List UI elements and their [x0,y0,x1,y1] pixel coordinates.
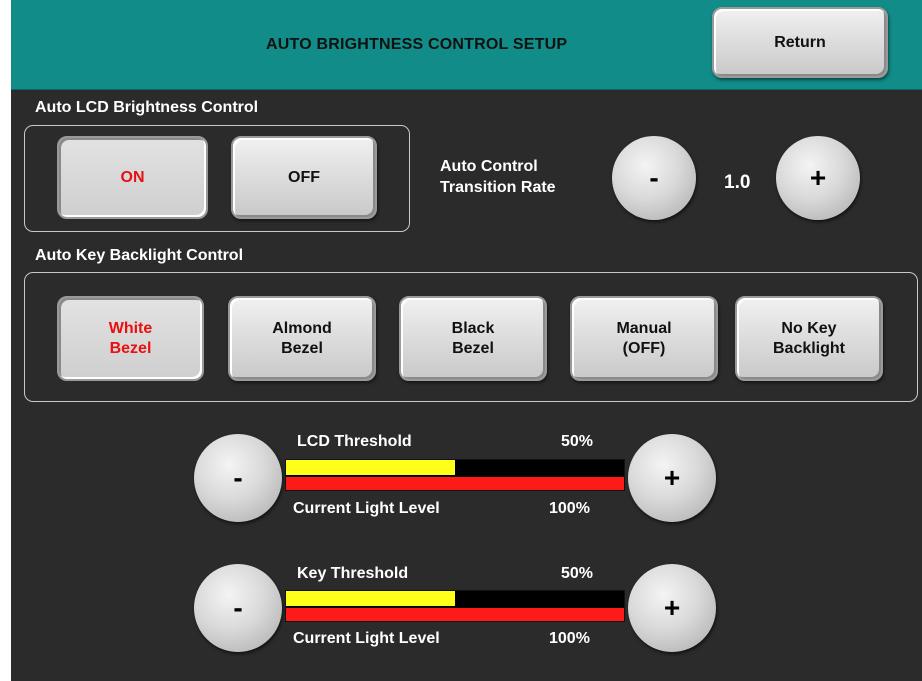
no-key-backlight-line1: No Key [781,319,837,337]
plus-icon: + [663,462,681,493]
return-button[interactable]: Return [712,7,888,78]
lcd-off-label: OFF [288,168,320,186]
lcd-on-label: ON [120,168,145,186]
key-light-level-percent: 100% [549,630,590,647]
key-threshold-track [286,591,624,606]
lcd-light-level-label: Current Light Level [293,500,440,517]
lcd-threshold-percent: 50% [561,433,594,450]
key-light-level-label: Current Light Level [293,630,440,647]
header-bar: AUTO BRIGHTNESS CONTROL SETUP Return [11,0,922,90]
return-button-label: Return [774,33,826,51]
key-light-level-fill [286,608,624,621]
plus-icon: + [809,162,827,193]
black-bezel-line1: Black [451,319,495,337]
lcd-threshold-label: LCD Threshold [297,433,412,450]
transition-rate-label-line1: Auto Control [440,158,538,175]
page-title: AUTO BRIGHTNESS CONTROL SETUP [266,36,568,53]
screen: AUTO BRIGHTNESS CONTROL SETUP Return Aut… [11,0,922,681]
transition-rate-label-line2: Transition Rate [440,179,556,196]
minus-icon: - [233,462,243,493]
key-backlight-label: Auto Key Backlight Control [35,247,244,264]
key-light-track [286,608,624,621]
transition-rate-plus-button[interactable]: + [776,136,860,220]
lcd-light-level-fill [286,477,624,490]
plus-icon: + [663,592,681,623]
manual-off-button[interactable]: Manual (OFF) [570,296,718,381]
lcd-threshold-plus-button[interactable]: + [628,434,716,522]
white-bezel-button[interactable]: White Bezel [57,296,204,381]
key-threshold-percent: 50% [561,565,594,582]
white-bezel-line2: Bezel [109,339,152,357]
lcd-on-button[interactable]: ON [57,136,208,219]
key-threshold-plus-button[interactable]: + [628,564,716,652]
transition-rate-minus-button[interactable]: - [612,136,696,220]
lcd-off-button[interactable]: OFF [231,136,377,219]
minus-icon: - [233,592,243,623]
minus-icon: - [649,162,659,193]
key-threshold-minus-button[interactable]: - [194,564,282,652]
lcd-threshold-fill [286,460,455,475]
no-key-backlight-line2: Backlight [772,339,845,357]
transition-rate-value: 1.0 [724,172,751,193]
white-bezel-line1: White [108,319,153,337]
manual-off-line2: (OFF) [622,339,666,357]
key-threshold-label: Key Threshold [297,565,409,582]
no-key-backlight-button[interactable]: No Key Backlight [735,296,883,381]
lcd-light-track [286,477,624,490]
almond-bezel-button[interactable]: Almond Bezel [228,296,376,381]
black-bezel-button[interactable]: Black Bezel [399,296,547,381]
black-bezel-line2: Bezel [452,339,494,357]
lcd-light-level-percent: 100% [549,500,590,517]
key-threshold-bar [285,590,625,622]
manual-off-line1: Manual [616,319,672,337]
almond-bezel-line1: Almond [272,319,332,337]
transition-rate-label: Auto Control Transition Rate [440,156,556,198]
lcd-brightness-label: Auto LCD Brightness Control [35,99,259,116]
lcd-threshold-minus-button[interactable]: - [194,434,282,522]
key-threshold-fill [286,591,455,606]
lcd-threshold-bar [285,459,625,491]
almond-bezel-line2: Bezel [281,339,323,357]
lcd-threshold-track [286,460,624,475]
